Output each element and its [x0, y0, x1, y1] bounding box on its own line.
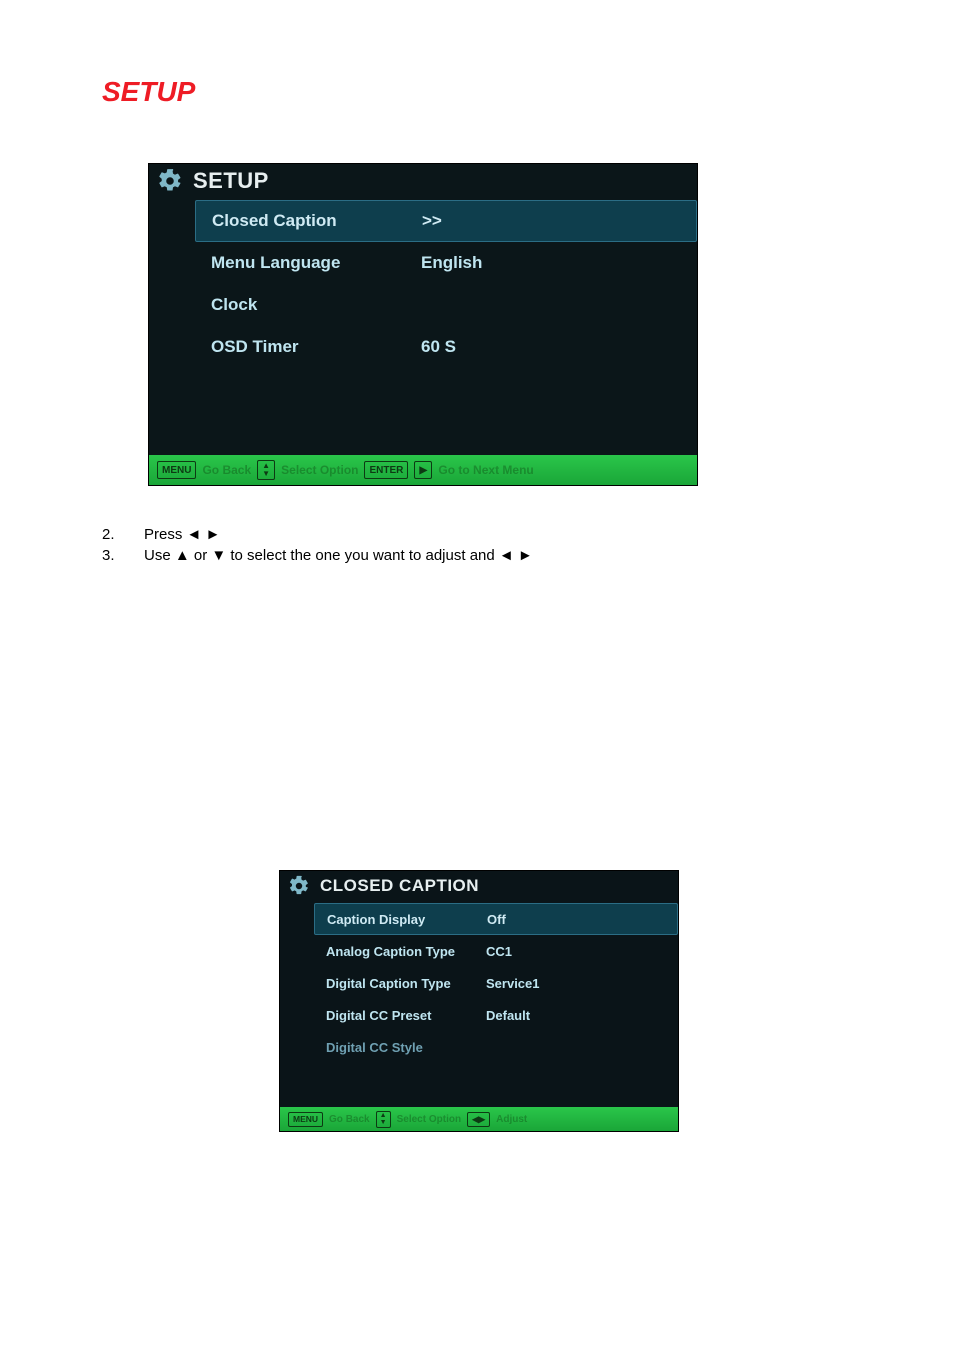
footer-go-back: Go Back — [329, 1114, 370, 1125]
enter-key-icon: ENTER — [364, 461, 408, 479]
setup-title-bar: SETUP — [149, 164, 697, 200]
instructions-block: 2. Press ◄ ► 3. Use ▲ or ▼ to select the… — [102, 526, 533, 568]
menu-item-label: Clock — [211, 295, 421, 315]
menu-item-value: >> — [422, 211, 442, 231]
setup-title-text: SETUP — [193, 168, 269, 194]
menu-item-digital-cc-style[interactable]: Digital CC Style — [314, 1031, 678, 1063]
menu-item-label: OSD Timer — [211, 337, 421, 357]
instruction-text: Press ◄ ► — [144, 526, 220, 543]
instruction-number: 2. — [102, 526, 122, 543]
menu-item-closed-caption[interactable]: Closed Caption >> — [195, 200, 697, 242]
setup-screenshot: SETUP Closed Caption >> Menu Language En… — [148, 163, 698, 486]
footer-go-next: Go to Next Menu — [438, 463, 533, 477]
menu-item-label: Digital CC Style — [326, 1040, 486, 1055]
menu-item-value: Default — [486, 1008, 530, 1023]
menu-item-clock[interactable]: Clock — [195, 284, 697, 326]
gear-icon — [157, 168, 183, 194]
menu-item-label: Caption Display — [327, 912, 487, 927]
menu-item-value: Service1 — [486, 976, 540, 991]
footer-select-option: Select Option — [281, 463, 358, 477]
cc-title-bar: CLOSED CAPTION — [280, 871, 678, 903]
left-right-arrow-icon: ◀▶ — [467, 1112, 490, 1127]
instruction-number: 3. — [102, 547, 122, 564]
cc-menu-panel: Caption Display Off Analog Caption Type … — [314, 903, 678, 1063]
gear-icon — [288, 875, 310, 897]
closed-caption-screenshot: CLOSED CAPTION Caption Display Off Analo… — [279, 870, 679, 1132]
cc-footer-bar: MENU Go Back ▲▼ Select Option ◀▶ Adjust — [280, 1107, 678, 1131]
menu-item-label: Closed Caption — [212, 211, 422, 231]
menu-item-label: Digital CC Preset — [326, 1008, 486, 1023]
footer-adjust: Adjust — [496, 1114, 527, 1125]
setup-menu-panel: Closed Caption >> Menu Language English … — [195, 200, 697, 368]
menu-item-osd-timer[interactable]: OSD Timer 60 S — [195, 326, 697, 368]
instruction-row: 2. Press ◄ ► — [102, 526, 533, 543]
menu-item-label: Digital Caption Type — [326, 976, 486, 991]
instruction-text: Use ▲ or ▼ to select the one you want to… — [144, 547, 533, 564]
play-arrow-icon: ▶ — [414, 461, 432, 479]
page-title: SETUP — [102, 76, 195, 108]
menu-item-value: CC1 — [486, 944, 512, 959]
menu-item-analog-caption-type[interactable]: Analog Caption Type CC1 — [314, 935, 678, 967]
menu-item-menu-language[interactable]: Menu Language English — [195, 242, 697, 284]
menu-item-value: Off — [487, 912, 506, 927]
menu-item-value: English — [421, 253, 482, 273]
cc-title-text: CLOSED CAPTION — [320, 876, 479, 896]
instruction-row: 3. Use ▲ or ▼ to select the one you want… — [102, 547, 533, 564]
menu-item-label: Analog Caption Type — [326, 944, 486, 959]
up-down-arrow-icon: ▲▼ — [257, 460, 275, 480]
footer-select-option: Select Option — [397, 1114, 461, 1125]
menu-item-caption-display[interactable]: Caption Display Off — [314, 903, 678, 935]
menu-item-digital-caption-type[interactable]: Digital Caption Type Service1 — [314, 967, 678, 999]
menu-item-digital-cc-preset[interactable]: Digital CC Preset Default — [314, 999, 678, 1031]
footer-go-back: Go Back — [202, 463, 251, 477]
menu-key-icon: MENU — [288, 1112, 323, 1127]
menu-item-value: 60 S — [421, 337, 456, 357]
setup-footer-bar: MENU Go Back ▲▼ Select Option ENTER ▶ Go… — [149, 455, 697, 485]
up-down-arrow-icon: ▲▼ — [376, 1111, 391, 1128]
menu-item-label: Menu Language — [211, 253, 421, 273]
menu-key-icon: MENU — [157, 461, 196, 479]
